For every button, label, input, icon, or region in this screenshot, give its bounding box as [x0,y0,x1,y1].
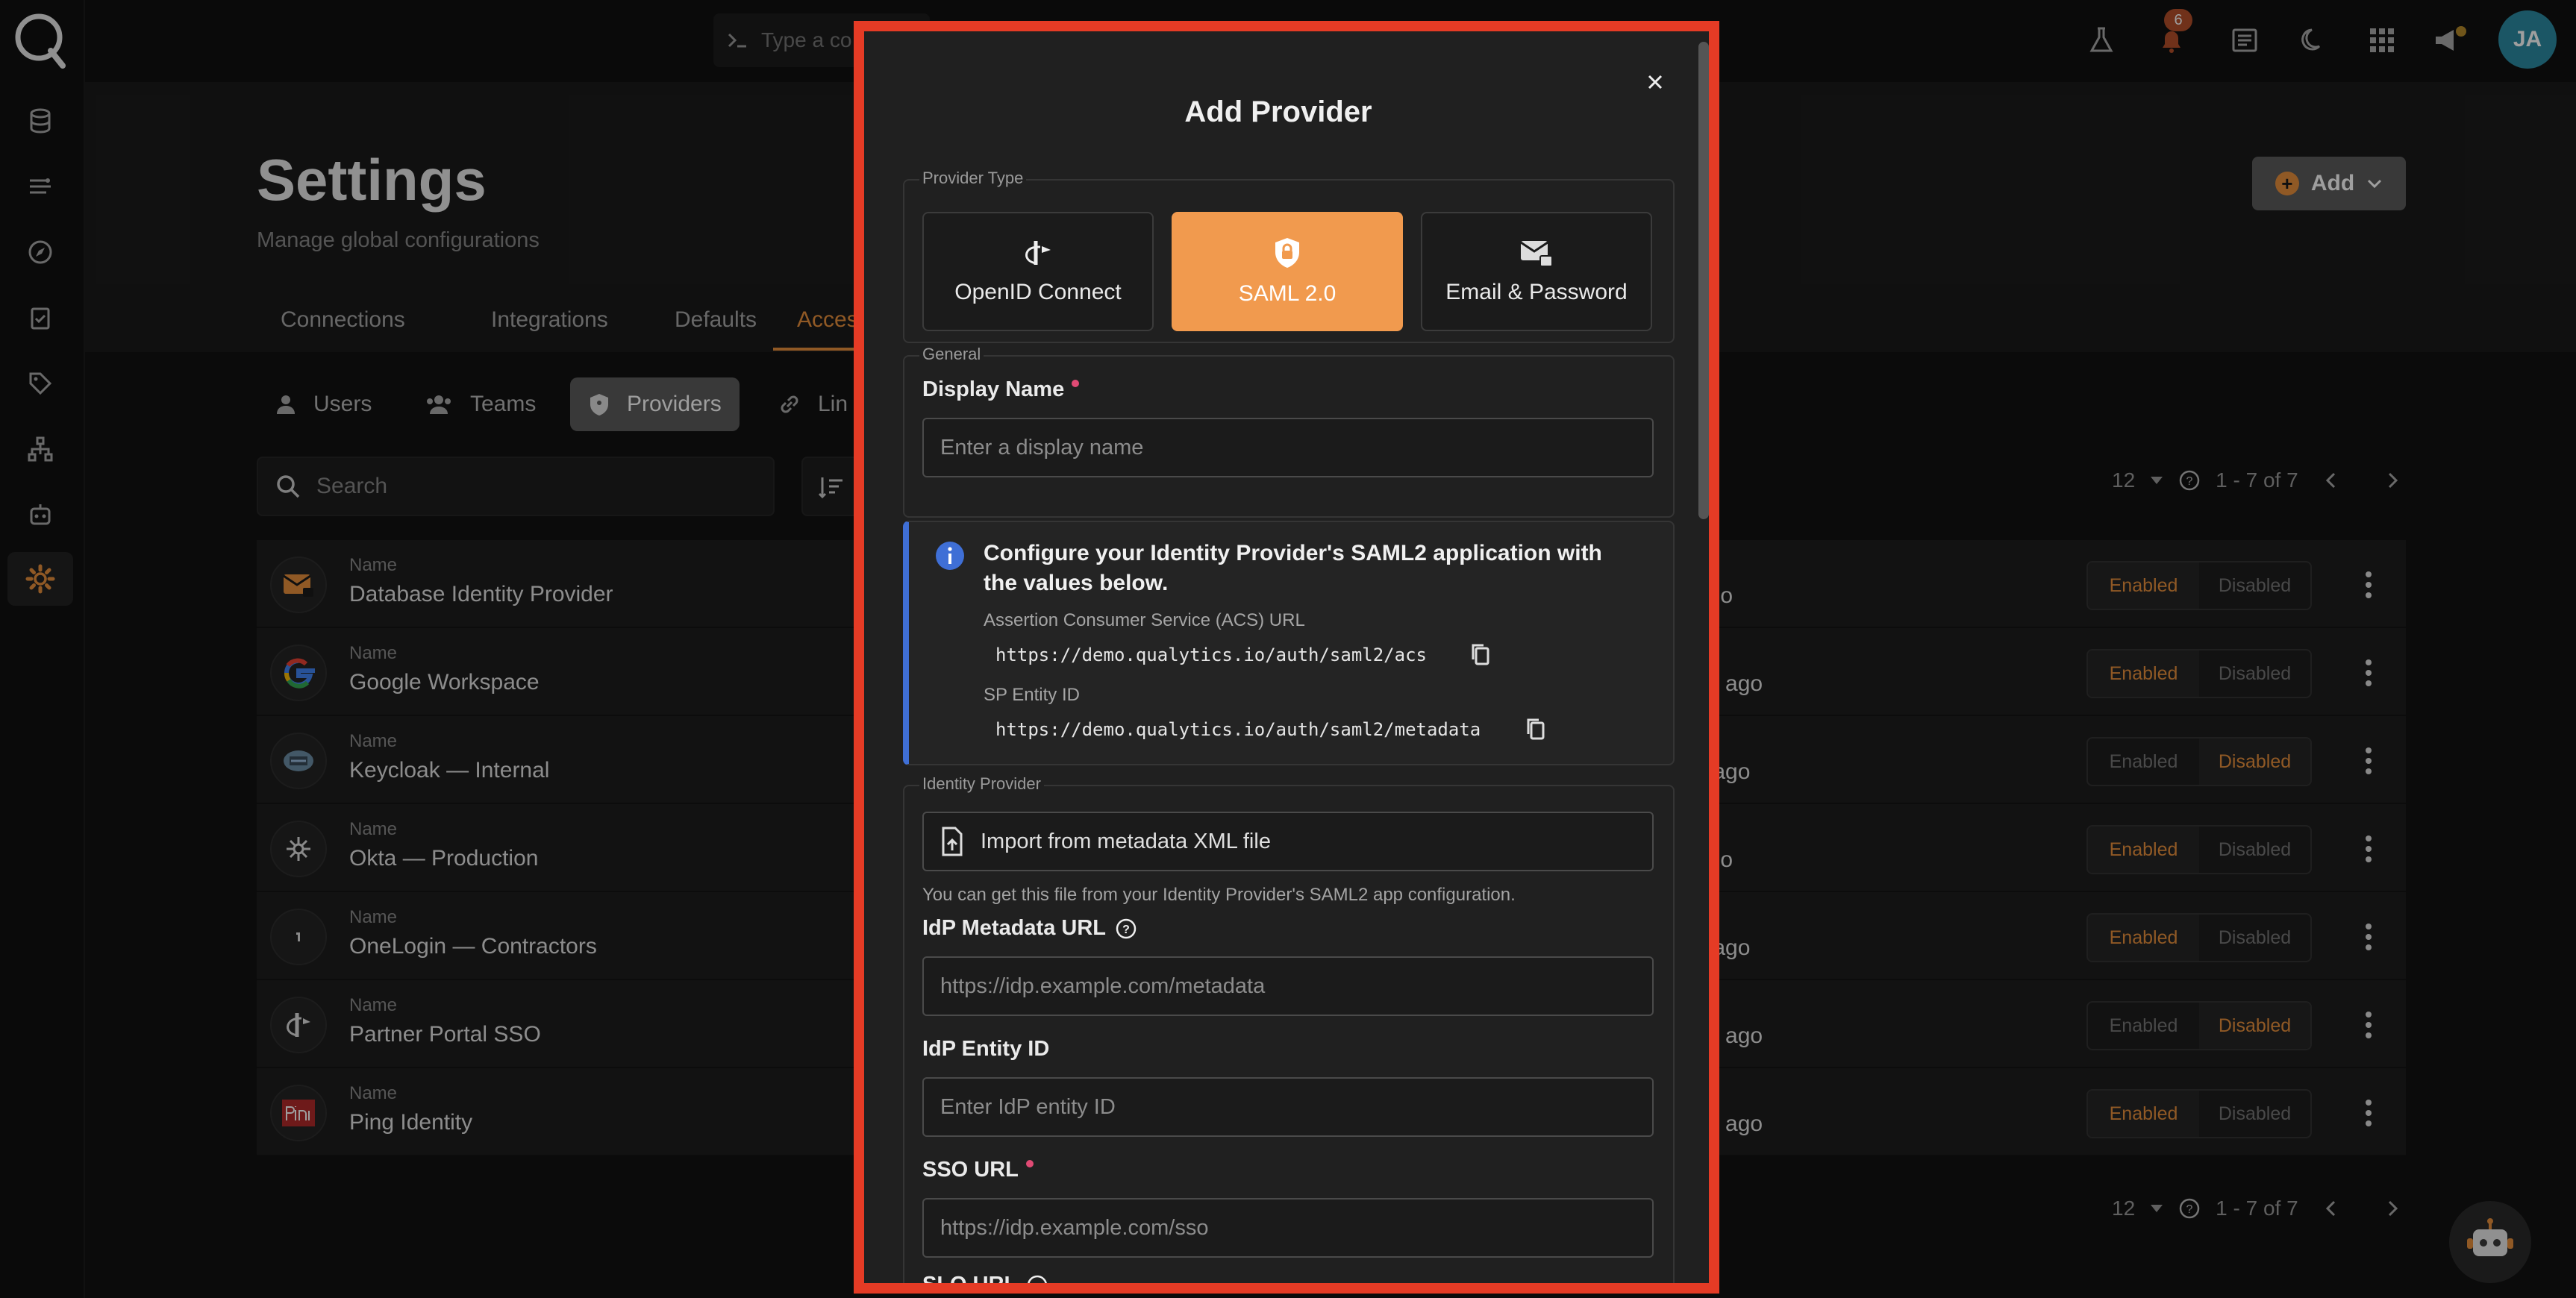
idp-metadata-url-field[interactable]: https://idp.example.com/metadata [922,956,1654,1016]
idp-metadata-url-label: IdP Metadata URL? [922,916,1137,941]
svg-text:?: ? [1122,924,1130,936]
provider-type-legend: Provider Type [919,169,1027,188]
required-indicator [1025,1160,1034,1167]
provider-type-label: Email & Password [1445,280,1628,304]
general-legend: General [919,345,984,364]
help-icon[interactable]: ? [1115,918,1137,940]
info-title: Configure your Identity Provider's SAML2… [984,541,1602,595]
file-upload-icon [940,827,964,856]
info-icon [934,540,966,571]
sso-url-field[interactable]: https://idp.example.com/sso [922,1198,1654,1258]
add-provider-dialog: Add Provider Provider Type OpenID Connec… [854,21,1719,1294]
idp-entity-id-field[interactable]: Enter IdP entity ID [922,1077,1654,1137]
saml-info-panel: Configure your Identity Provider's SAML2… [903,521,1675,765]
import-hint: You can get this file from your Identity… [922,885,1516,905]
help-icon[interactable] [1026,1274,1048,1283]
display-name-placeholder: Enter a display name [940,435,1144,460]
entity-value: https://demo.qualytics.io/auth/saml2/met… [995,719,1481,740]
provider-type-saml[interactable]: SAML 2.0 [1172,212,1403,331]
provider-type-label: OpenID Connect [954,280,1122,304]
shield-lock-icon [1272,236,1302,269]
acs-value: https://demo.qualytics.io/auth/saml2/acs [995,645,1427,665]
dialog-title: Add Provider [1184,95,1372,128]
email-lock-icon [1519,238,1554,268]
copy-icon[interactable] [1469,642,1492,667]
display-name-field[interactable]: Enter a display name [922,418,1654,477]
sso-url-label: SSO URL [922,1158,1034,1182]
entity-label: SP Entity ID [984,685,1080,705]
display-name-label: Display Name [922,377,1080,402]
provider-type-label: SAML 2.0 [1238,281,1337,306]
copy-icon[interactable] [1524,716,1548,742]
import-label: Import from metadata XML file [981,829,1271,853]
slo-url-label: SLO URL [922,1273,1048,1283]
idp-entity-id-label: IdP Entity ID [922,1037,1050,1061]
metadata-url-placeholder: https://idp.example.com/metadata [940,974,1266,998]
acs-label: Assertion Consumer Service (ACS) URL [984,610,1305,630]
entity-id-placeholder: Enter IdP entity ID [940,1094,1116,1119]
provider-type-openid[interactable]: OpenID Connect [922,212,1154,331]
close-icon[interactable] [1640,67,1670,97]
idp-legend: Identity Provider [919,774,1044,794]
provider-type-email[interactable]: Email & Password [1421,212,1652,331]
dialog-scrollbar[interactable] [1698,42,1709,519]
sso-url-placeholder: https://idp.example.com/sso [940,1215,1209,1240]
import-xml-button[interactable]: Import from metadata XML file [922,812,1654,871]
openid-icon [1019,238,1057,268]
required-indicator [1072,380,1080,387]
dialog-body: Add Provider Provider Type OpenID Connec… [864,31,1709,1283]
